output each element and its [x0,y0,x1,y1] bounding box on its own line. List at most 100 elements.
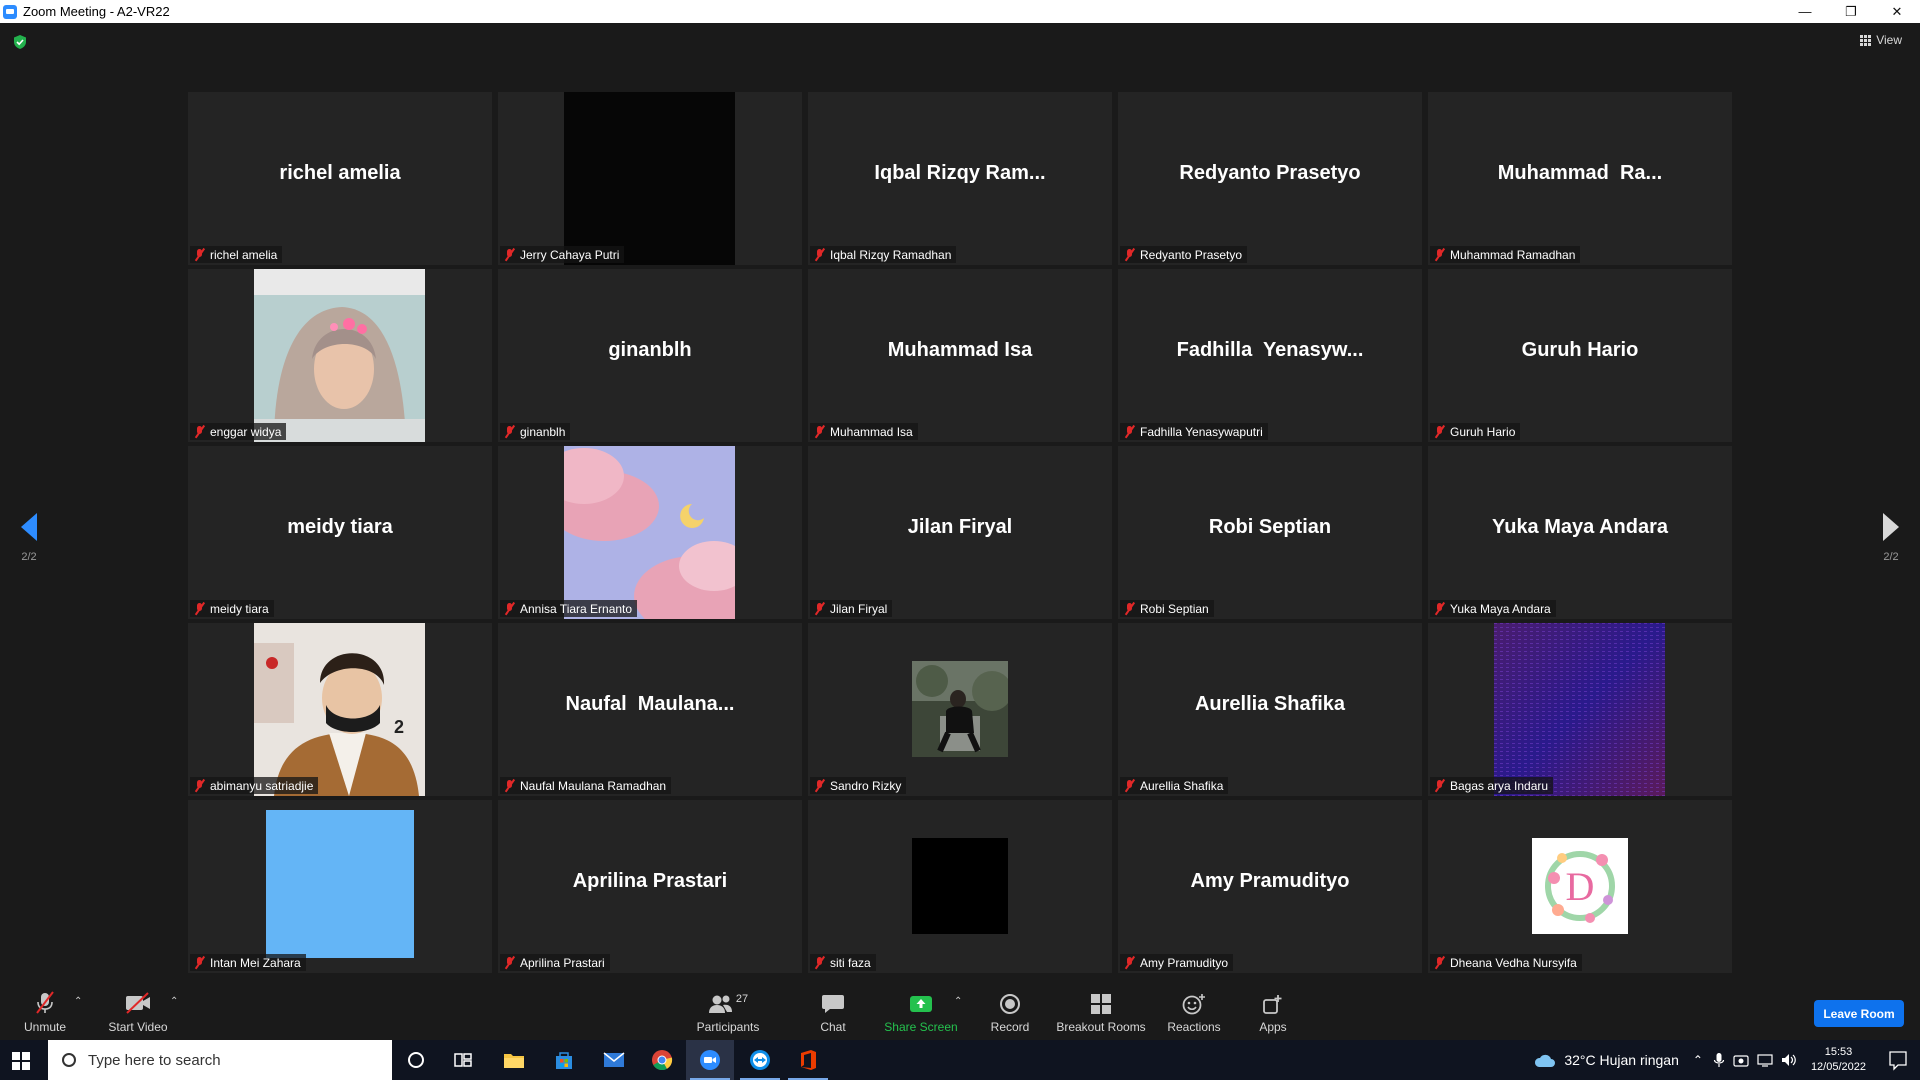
participants-count: 27 [735,993,749,1005]
unmute-button[interactable]: Unmute [20,980,70,1038]
participant-tile[interactable]: Annisa Tiara Ernanto [498,446,802,619]
muted-mic-icon [503,425,516,438]
participant-tile[interactable]: Sandro Rizky [808,623,1112,796]
muted-mic-icon [503,779,516,792]
notification-center-icon[interactable] [1876,1040,1920,1080]
participant-name-label: Muhammad Ramadhan [1450,247,1576,262]
participant-tile[interactable]: Bagas arya Indaru [1428,623,1732,796]
security-shield-icon[interactable] [12,34,28,50]
muted-mic-icon [1123,425,1136,438]
start-video-button[interactable]: Start Video [106,980,170,1038]
participant-name-label: Muhammad Isa [830,424,913,439]
microsoft-store-icon[interactable] [540,1040,588,1080]
participant-tile[interactable]: Aurellia Shafika Aurellia Shafika [1118,623,1422,796]
unmute-label: Unmute [23,1020,67,1034]
participant-tile[interactable]: enggar widya [188,269,492,442]
participant-tile[interactable]: meidy tiara meidy tiara [188,446,492,619]
grid-view-icon [1860,34,1872,46]
zoom-taskbar-icon[interactable] [686,1040,734,1080]
participant-name-label: Bagas arya Indaru [1450,778,1549,793]
restore-button[interactable]: ❐ [1828,0,1874,23]
view-button[interactable]: View [1860,33,1902,47]
participant-name-label: Fadhilla Yenasywaputri [1140,424,1263,439]
participant-tile[interactable]: richel amelia richel amelia [188,92,492,265]
record-button[interactable]: Record [990,980,1030,1038]
participant-tile[interactable]: Robi Septian Robi Septian [1118,446,1422,619]
participant-tile[interactable]: Fadhilla Yenasyw... Fadhilla Yenasywaputr… [1118,269,1422,442]
search-icon [62,1053,76,1067]
participant-tile[interactable]: Iqbal Rizqy Ram... Iqbal Rizqy Ramadhan [808,92,1112,265]
right-arrow-icon [1883,513,1899,541]
camera-tray-icon[interactable] [1733,1053,1749,1067]
participant-tile[interactable]: Yuka Maya Andara Yuka Maya Andara [1428,446,1732,619]
muted-microphone-icon [36,991,54,1014]
participant-tile[interactable]: Redyanto Prasetyo Redyanto Prasetyo [1118,92,1422,265]
participant-tile[interactable]: ginanblh ginanblh [498,269,802,442]
participant-name-label: Robi Septian [1140,601,1209,616]
next-page-button[interactable]: 2/2 [1876,513,1906,563]
participant-name-label: Redyanto Prasetyo [1140,247,1243,262]
mail-icon[interactable] [590,1040,638,1080]
participant-tile[interactable]: Muhammad Isa Muhammad Isa [808,269,1112,442]
participant-name-label: Aurellia Shafika [1140,778,1224,793]
teamviewer-icon[interactable] [736,1040,784,1080]
share-screen-button[interactable]: Share Screen [884,980,958,1038]
participant-tile[interactable]: D Dheana Vedha Nursyifa [1428,800,1732,973]
participant-tile[interactable]: siti faza [808,800,1112,973]
windows-start-icon[interactable] [12,1052,30,1070]
reactions-button[interactable]: Reactions [1167,980,1221,1038]
taskbar-clock[interactable]: 15:53 12/05/2022 [1811,1045,1866,1075]
participant-tile[interactable]: Jerry Cahaya Putri [498,92,802,265]
participant-tile[interactable]: Naufal Maulana... Naufal Maulana Ramadhan [498,623,802,796]
participant-tile[interactable]: 2 abimanyu satriadjie [188,623,492,796]
participant-display-name: meidy tiara [287,516,393,538]
previous-page-button[interactable]: 2/2 [14,513,44,563]
participant-nameplate: Sandro Rizky [810,777,907,794]
participant-nameplate: Iqbal Rizqy Ramadhan [810,246,957,263]
chat-button[interactable]: Chat [818,980,848,1038]
participant-display-name: Aurellia Shafika [1194,693,1346,715]
system-tray: 32°C Hujan ringan ⌃ 15:53 12/05/2022 [1534,1040,1920,1080]
task-view-icon[interactable] [440,1040,488,1080]
chat-label: Chat [820,1020,846,1034]
video-options-caret-icon[interactable]: ⌃ [170,996,178,1007]
participant-video: D [1532,838,1628,934]
participant-tile[interactable]: Muhammad Ra... Muhammad Ramadhan [1428,92,1732,265]
reactions-smiley-icon [1182,994,1205,1015]
show-hidden-icons-chevron-icon[interactable]: ⌃ [1693,1053,1703,1067]
participant-video [912,838,1008,934]
participant-tile[interactable]: Guruh Hario Guruh Hario [1428,269,1732,442]
apps-label: Apps [1259,1020,1287,1034]
minimize-button[interactable]: — [1782,0,1828,23]
meeting-stage: View 2/2 2/2 richel amelia richel amelia J… [0,23,1920,978]
muted-mic-icon [1433,602,1446,615]
participant-nameplate: siti faza [810,954,876,971]
microphone-tray-icon[interactable] [1713,1052,1725,1068]
participant-name-label: ginanblh [520,424,566,439]
apps-button[interactable]: Apps [1258,980,1288,1038]
participant-tile[interactable]: Intan Mei Zahara [188,800,492,973]
participant-display-name: Guruh Hario [1521,339,1639,361]
participants-button[interactable]: 27 Participants [694,980,762,1038]
leave-room-button[interactable]: Leave Room [1814,1000,1904,1027]
participant-tile[interactable]: Jilan Firyal Jilan Firyal [808,446,1112,619]
cortana-icon[interactable] [392,1040,440,1080]
office-icon[interactable] [784,1040,832,1080]
audio-options-caret-icon[interactable]: ⌃ [74,996,82,1007]
breakout-rooms-button[interactable]: Breakout Rooms [1056,980,1146,1038]
participant-tile[interactable]: Amy Pramudityo Amy Pramudityo [1118,800,1422,973]
share-options-caret-icon[interactable]: ⌃ [954,996,962,1007]
weather-text[interactable]: 32°C Hujan ringan [1564,1052,1679,1068]
participant-tile[interactable]: Aprilina Prastari Aprilina Prastari [498,800,802,973]
participant-nameplate: Fadhilla Yenasywaputri [1120,423,1268,440]
participant-nameplate: Muhammad Ramadhan [1430,246,1581,263]
participant-nameplate: Intan Mei Zahara [190,954,306,971]
close-button[interactable]: ✕ [1874,0,1920,23]
chrome-icon[interactable] [638,1040,686,1080]
network-icon[interactable] [1757,1053,1773,1067]
participant-display-name: Fadhilla Yenasyw... [1176,339,1364,361]
taskbar-search-box[interactable]: Type here to search [48,1040,392,1080]
file-explorer-icon[interactable] [490,1040,538,1080]
volume-icon[interactable] [1781,1053,1797,1067]
participant-display-name: Jilan Firyal [907,516,1013,538]
